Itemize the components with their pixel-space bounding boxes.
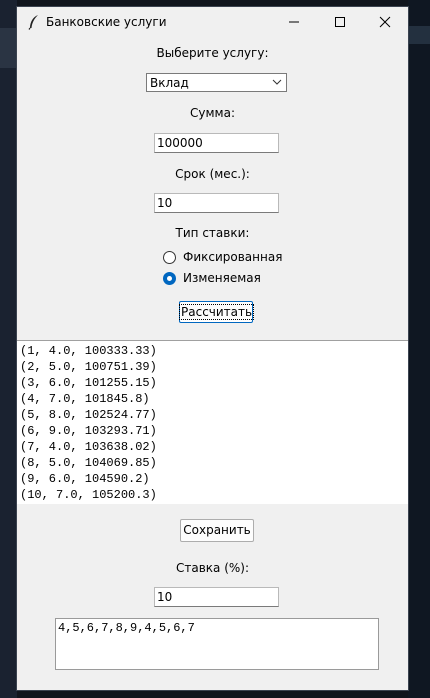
- sum-input-value: 100000: [157, 136, 203, 150]
- background-line-highlight: [408, 26, 430, 44]
- term-input-value: 10: [157, 196, 173, 210]
- maximize-icon: [335, 17, 345, 27]
- calculate-button[interactable]: Рассчитать: [178, 301, 255, 323]
- sum-label: Сумма:: [190, 106, 235, 120]
- result-row: (7, 4.0, 103638.02): [20, 440, 157, 454]
- radio-variable-indicator: [163, 272, 176, 285]
- result-row: (3, 6.0, 101255.15): [20, 376, 157, 390]
- results-output[interactable]: (1, 4.0, 100333.33) (2, 5.0, 100751.39) …: [17, 340, 408, 504]
- result-row: (8, 5.0, 104069.85): [20, 456, 157, 470]
- background-highlight: [0, 28, 17, 68]
- background-editor-right: [408, 0, 430, 698]
- service-select-value: Вклад: [150, 76, 189, 90]
- rate-type-label: Тип ставки:: [175, 226, 250, 240]
- result-row: (6, 9.0, 103293.71): [20, 424, 157, 438]
- close-button[interactable]: [362, 7, 408, 37]
- result-row: (1, 4.0, 100333.33): [20, 344, 157, 358]
- maximize-button[interactable]: [317, 7, 363, 37]
- result-row: (2, 5.0, 100751.39): [20, 360, 157, 374]
- minimize-icon: [289, 21, 299, 23]
- feather-icon: [28, 15, 38, 30]
- sum-input[interactable]: 100000: [154, 133, 279, 153]
- result-row: (5, 8.0, 102524.77): [20, 408, 157, 422]
- service-label: Выберите услугу:: [156, 46, 269, 60]
- title-bar: Банковские услуги: [17, 7, 408, 37]
- app-window: Банковские услуги Выберите услугу: Вклад…: [17, 7, 408, 690]
- term-input[interactable]: 10: [154, 193, 279, 213]
- window-title: Банковские услуги: [46, 15, 167, 29]
- close-icon: [379, 16, 391, 28]
- save-button-label: Сохранить: [183, 523, 251, 537]
- radio-fixed-indicator: [163, 251, 176, 264]
- radio-variable-label: Изменяемая: [183, 271, 261, 285]
- rate-input-value: 10: [157, 590, 173, 604]
- service-select[interactable]: Вклад: [146, 73, 287, 92]
- rates-textbox[interactable]: 4,5,6,7,8,9,4,5,6,7: [55, 618, 379, 670]
- chevron-down-icon: [272, 79, 282, 85]
- result-row: (9, 6.0, 104590.2): [20, 472, 150, 486]
- rate-label: Ставка (%):: [175, 561, 250, 575]
- save-button[interactable]: Сохранить: [180, 519, 254, 542]
- calculate-button-label: Рассчитать: [178, 304, 255, 320]
- rates-textbox-value: 4,5,6,7,8,9,4,5,6,7: [58, 621, 195, 635]
- result-row: (4, 7.0, 101845.8): [20, 392, 150, 406]
- background-editor-left: [0, 0, 17, 698]
- rate-input[interactable]: 10: [154, 587, 279, 607]
- radio-fixed-label: Фиксированная: [183, 250, 283, 264]
- result-row: (10, 7.0, 105200.3): [20, 488, 157, 502]
- minimize-button[interactable]: [271, 7, 317, 37]
- term-label: Срок (мес.):: [175, 167, 250, 181]
